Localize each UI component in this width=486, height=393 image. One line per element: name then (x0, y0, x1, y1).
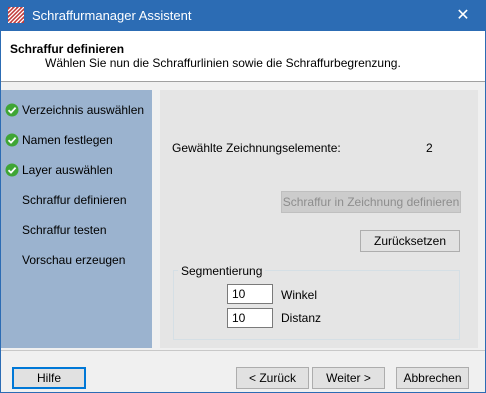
segmentation-group (173, 270, 460, 340)
selected-elements-count: 2 (426, 141, 433, 155)
angle-input[interactable] (227, 284, 273, 304)
check-circle-icon (5, 103, 19, 117)
reset-button[interactable]: Zurücksetzen (360, 230, 460, 252)
step-label: Schraffur testen (22, 223, 107, 237)
wizard-header: Schraffur definieren Wählen Sie nun die … (1, 31, 485, 81)
segmentation-group-title: Segmentierung (178, 264, 266, 278)
step-subtitle: Wählen Sie nun die Schraffurlinien sowie… (45, 56, 401, 70)
window-title: Schraffurmanager Assistent (32, 8, 192, 23)
step-label: Verzeichnis auswählen (22, 103, 145, 117)
cancel-button[interactable]: Abbrechen (396, 367, 469, 389)
close-icon: ✕ (456, 7, 470, 24)
step-item-namen: Namen festlegen (1, 130, 152, 150)
distance-input[interactable] (227, 308, 273, 328)
window-titlebar[interactable]: Schraffurmanager Assistent ✕ (0, 0, 486, 31)
footer-divider (1, 350, 485, 351)
step-label: Schraffur definieren (22, 193, 127, 207)
step-label: Vorschau erzeugen (22, 253, 126, 267)
step-item-verzeichnis: Verzeichnis auswählen (1, 100, 152, 120)
selected-elements-label: Gewählte Zeichnungselemente: (172, 141, 341, 155)
define-hatch-button[interactable]: Schraffur in Zeichnung definieren (281, 191, 461, 213)
angle-label: Winkel (281, 288, 318, 302)
hatch-manager-icon (8, 7, 24, 23)
step-label: Layer auswählen (22, 163, 113, 177)
step-title: Schraffur definieren (10, 42, 125, 56)
next-button[interactable]: Weiter > (312, 367, 385, 389)
step-label: Namen festlegen (22, 133, 113, 147)
step-item-vorschau: Vorschau erzeugen (1, 250, 152, 270)
back-button[interactable]: < Zurück (236, 367, 309, 389)
distance-label: Distanz (281, 311, 322, 325)
close-button[interactable]: ✕ (440, 0, 486, 31)
wizard-steps-sidebar: Verzeichnis auswählen Namen festlegen La… (1, 90, 152, 348)
step-item-schraffur-definieren: Schraffur definieren (1, 190, 152, 210)
check-circle-icon (5, 163, 19, 177)
step-item-layer: Layer auswählen (1, 160, 152, 180)
check-circle-icon (5, 133, 19, 147)
step-item-schraffur-testen: Schraffur testen (1, 220, 152, 240)
help-button[interactable]: Hilfe (12, 367, 86, 389)
